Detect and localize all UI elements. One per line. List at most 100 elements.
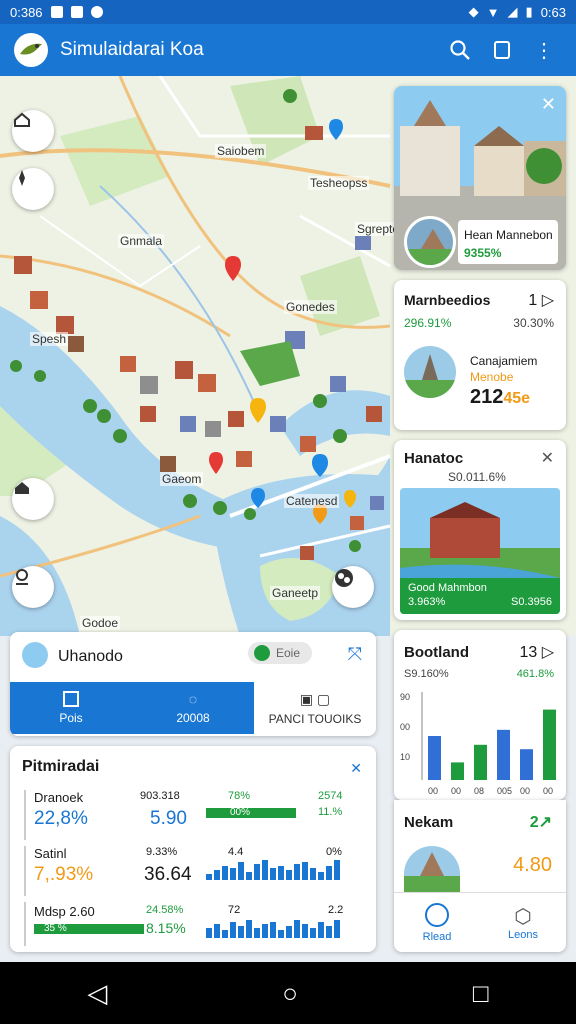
pet-marker-button[interactable] — [332, 566, 374, 608]
loading-icon: ◌ — [188, 691, 198, 707]
back-icon[interactable]: ◁ — [87, 978, 107, 1009]
map-label: Spesh — [30, 332, 69, 346]
photo-caption: Hean Mannebon 9355% — [458, 220, 558, 264]
tab-pois[interactable]: Pois — [10, 682, 132, 734]
tab-leons[interactable]: ⬡ Leons — [480, 893, 566, 952]
y-tick-label: 90 — [400, 692, 410, 702]
card-count: 13 ▷ — [519, 644, 554, 661]
spark-bar — [206, 874, 212, 880]
card-title: Hanatoc — [404, 450, 464, 467]
map-label: Godoe — [80, 616, 121, 630]
battery-icon: ▮ — [525, 4, 533, 19]
bookmark-icon[interactable] — [484, 32, 520, 68]
close-icon[interactable]: ✕ — [541, 94, 556, 115]
status-dot — [254, 645, 270, 661]
notification-icon — [70, 6, 83, 18]
layers-button[interactable] — [12, 110, 54, 152]
sparkline — [206, 860, 340, 880]
row-label: Satinl — [34, 846, 67, 861]
spark-bar — [214, 924, 220, 938]
spark-bar — [302, 924, 308, 938]
row-right-sub: 11.% — [318, 806, 343, 818]
row-big: 7,.93% — [34, 864, 94, 885]
nekam-value: 4.80 — [513, 854, 552, 876]
chart-bar — [474, 744, 487, 780]
progress-label: 00% — [230, 807, 251, 818]
close-icon[interactable]: ✕ — [350, 760, 362, 777]
tab-20008[interactable]: ◌ 20008 — [132, 682, 254, 734]
spark-bar — [286, 870, 292, 880]
progress-bar — [206, 808, 296, 818]
compass-button[interactable] — [12, 168, 54, 210]
arrow-up-icon: ↗ — [538, 814, 552, 831]
nekam-card[interactable]: Nekam 2↗ 4.80 Rlead ⬡ Leons — [394, 800, 566, 952]
place-photo-card[interactable]: ✕ Hean Mannebon 9355% — [394, 86, 566, 270]
spark-bar — [238, 862, 244, 880]
more-icon[interactable]: ⋮ — [526, 32, 562, 68]
stat-row: Dranoek 22,8% 903.318 5.90 78% 2574 00% … — [10, 786, 376, 842]
stat-row: Satinl 7,.93% 9.33% 36.64 4.4 0% — [10, 842, 376, 898]
row-label: Mdsp 2.60 — [34, 904, 95, 919]
x-tick-label: 00 — [543, 786, 553, 796]
hexagon-icon: ⬡ — [514, 906, 532, 928]
chart-bar — [497, 729, 510, 780]
bootland-chart-card[interactable]: Bootland 13 ▷ S9.160% 461.8% 90 00 10 00 00 0… — [394, 630, 566, 800]
photo-title: Good Mahmbon — [408, 582, 487, 594]
status-pill[interactable]: Eoie — [248, 642, 313, 664]
status-bar: 0:386 ◆ ▼ ◢ ▮ 0:63 — [0, 0, 576, 24]
photo-value: 9355% — [464, 246, 502, 260]
map-label: Ganeetp — [270, 586, 321, 600]
map-label: Gaeom — [160, 472, 204, 486]
y-tick-label: 00 — [400, 722, 410, 732]
left-pct: 296.91% — [404, 316, 452, 330]
locate-button[interactable] — [12, 566, 54, 608]
row-mid-top: 9.33% — [146, 846, 178, 858]
row-mid: 36.64 — [144, 864, 192, 885]
row-right-mid: 2.2 — [328, 904, 344, 916]
row-right-top: 72 — [228, 904, 241, 916]
place-panel: Uhanodo Eoie ⤧ Pois ◌ 20008 ▣ ▢ PANCI TOUO… — [10, 632, 376, 736]
close-icon[interactable]: ✕ — [541, 448, 554, 468]
status-time: 0:386 — [10, 4, 43, 20]
row-right-mid: 0% — [326, 846, 342, 858]
spark-bar — [318, 872, 324, 880]
tab-panci-touoiks[interactable]: ▣ ▢ PANCI TOUOIKS — [254, 682, 376, 734]
recents-icon[interactable]: □ — [473, 978, 489, 1009]
row-right-top: 78% — [228, 790, 251, 802]
tab-rlead[interactable]: Rlead — [394, 893, 480, 952]
progress-label: 35 % — [44, 923, 67, 934]
card-count: 1 ▷ — [528, 292, 554, 309]
spark-bar — [278, 930, 284, 938]
row-big: 22,8% — [34, 808, 88, 829]
spark-bar — [286, 926, 292, 938]
search-icon[interactable] — [442, 32, 478, 68]
spark-bar — [326, 926, 332, 938]
map-label: Saiobem — [215, 144, 267, 158]
home-button[interactable] — [12, 478, 54, 520]
chevron-right-icon: ▷ — [541, 644, 554, 661]
app-logo[interactable] — [14, 33, 48, 67]
hanatoc-card[interactable]: Hanatoc ✕ S0.011.6% Good Mahmbon 3.963% S… — [394, 440, 566, 620]
right-pct: 461.8% — [516, 668, 554, 680]
home-icon[interactable]: ○ — [282, 978, 298, 1009]
stat-card-marnbeedios[interactable]: Marnbeedios 1 ▷ 296.91% 30.30% Canajamie… — [394, 280, 566, 430]
row-mid-top: 24.58% — [146, 904, 184, 916]
spark-bar — [214, 870, 220, 880]
stats-panel: Pitmiradai ✕ Dranoek 22,8% 903.318 5.90 … — [10, 746, 376, 952]
spark-bar — [246, 872, 252, 880]
sub-label: Menobe — [470, 370, 514, 384]
spark-bar — [238, 926, 244, 938]
chart-bar — [451, 762, 464, 780]
bar-chart: 90 00 10 00 00 08 005 00 00 — [400, 692, 556, 796]
image-icon: ▣ ▢ — [299, 690, 331, 707]
app-title: Simulaidarai Koa — [60, 39, 204, 60]
spark-bar — [262, 924, 268, 938]
place-thumbnail — [404, 846, 460, 892]
map-label: Gonedes — [284, 300, 337, 314]
chart-bar — [520, 749, 533, 780]
expand-icon[interactable]: ⤧ — [348, 644, 362, 665]
photo-title: Hean Mannebon — [464, 228, 553, 242]
row-right-mid: 2574 — [318, 790, 343, 802]
stat-row: Mdsp 2.60 35 % 24.58% 8.15% 72 2.2 — [10, 898, 376, 952]
system-nav-bar: ◁ ○ □ — [0, 962, 576, 1024]
